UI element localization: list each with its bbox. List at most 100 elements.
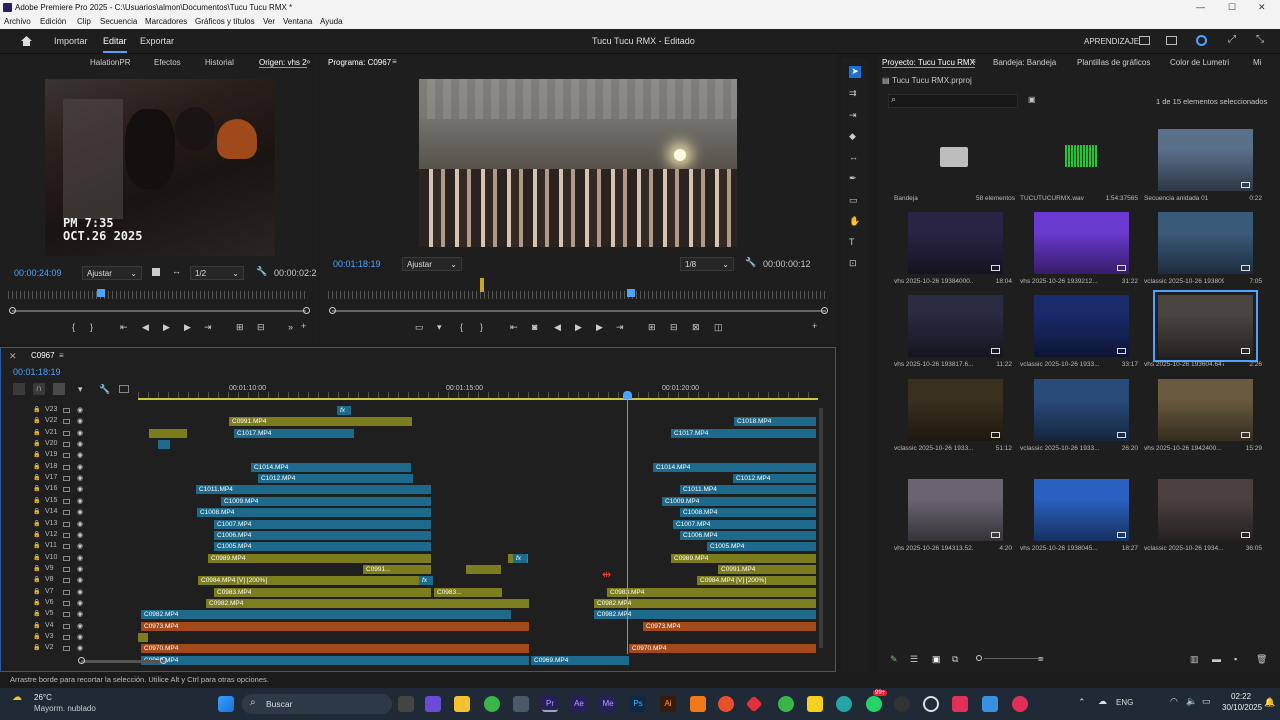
fx-badge[interactable]: fx — [337, 406, 351, 415]
track-sync-lock-icon[interactable] — [63, 476, 70, 482]
tab-lumetri[interactable]: Color de Lumetri — [1170, 58, 1229, 67]
track-label[interactable]: V3 — [45, 633, 59, 640]
track-sync-lock-icon[interactable] — [63, 487, 70, 493]
learning-workspace[interactable]: APRENDIZAJE — [1084, 37, 1139, 46]
new-bin-icon[interactable]: ▬ — [1212, 654, 1221, 664]
play-icon[interactable]: ▶ — [575, 322, 582, 333]
zoom-slider-handle[interactable] — [976, 655, 982, 661]
timeline-clip[interactable]: C0969.MP4 — [531, 655, 629, 665]
track-lock-icon[interactable]: 🔒 — [33, 588, 40, 595]
track-visibility-icon[interactable]: ◉ — [77, 440, 83, 448]
track-lock-icon[interactable]: 🔒 — [33, 520, 40, 527]
timeline-clip[interactable]: C0983.MP4 — [214, 587, 431, 597]
panel-menu-icon[interactable]: ≡ — [59, 351, 64, 360]
overwrite-clip-icon[interactable]: ⊟ — [257, 322, 265, 333]
new-bin-from-search-icon[interactable]: ▣ — [1028, 95, 1036, 104]
icon-view-icon[interactable]: ▣ — [932, 654, 941, 665]
track-lock-icon[interactable]: 🔒 — [33, 451, 40, 458]
track-lock-icon[interactable]: 🔒 — [33, 554, 40, 561]
home-icon[interactable] — [20, 35, 33, 47]
notifications-icon[interactable]: 🔔 — [1264, 697, 1275, 708]
time-ruler[interactable] — [138, 392, 818, 398]
track-sync-lock-icon[interactable] — [63, 646, 70, 652]
project-item-thumbnail[interactable] — [1034, 295, 1129, 357]
tab-project[interactable]: Proyecto: Tucu Tucu RMX — [882, 58, 975, 68]
premiere-taskbar-icon[interactable]: Pr — [542, 696, 558, 712]
track-sync-lock-icon[interactable] — [63, 544, 70, 550]
tab-effects[interactable]: Efectos — [154, 58, 181, 67]
project-item-thumbnail[interactable] — [1034, 129, 1129, 191]
timeline-clip[interactable]: C0970.MP4 — [629, 644, 816, 654]
menu-archivo[interactable]: Archivo — [4, 15, 31, 29]
timeline-clip[interactable]: C1017.MP4 — [671, 428, 816, 438]
timeline-clip-fragment[interactable] — [149, 428, 187, 438]
timeline-clip[interactable]: C0984.MP4 [V] [200%] — [697, 576, 816, 586]
track-lock-icon[interactable]: 🔒 — [33, 497, 40, 504]
tab-halation[interactable]: HalationPR — [90, 58, 130, 67]
chrome-icon[interactable] — [778, 696, 794, 712]
program-timecode[interactable]: 00:01:18:19 — [333, 259, 381, 269]
track-lock-icon[interactable]: 🔒 — [33, 485, 40, 492]
insert-icon[interactable]: ↔ — [172, 266, 181, 276]
timeline-clip[interactable]: C1009.MP4 — [221, 496, 431, 506]
fx-badge[interactable]: fx — [419, 576, 433, 586]
timeline-clip[interactable]: C0982.MP4 — [206, 598, 529, 608]
track-visibility-icon[interactable]: ◉ — [77, 520, 83, 528]
menu-ayuda[interactable]: Ayuda — [320, 15, 343, 29]
export-frame-icon[interactable]: ⊠ — [692, 322, 700, 333]
timeline-settings-icon[interactable]: 🔧 — [99, 384, 110, 395]
h-scroll-right-handle[interactable] — [160, 657, 167, 664]
timeline-clip[interactable]: C0982.MP4 — [141, 610, 511, 620]
mark-out-icon[interactable]: } — [480, 322, 483, 332]
step-forward-icon[interactable]: ▶ — [596, 322, 603, 333]
photoshop-icon[interactable]: Ps — [630, 696, 646, 712]
track-label[interactable]: V13 — [45, 520, 59, 527]
track-label[interactable]: V17 — [45, 474, 59, 481]
step-back-icon[interactable]: ◀ — [554, 322, 561, 333]
track-visibility-icon[interactable]: ◉ — [77, 644, 83, 652]
windows-start-icon[interactable] — [218, 696, 234, 712]
timeline-clip[interactable]: C1005.MP4 — [707, 542, 816, 552]
tab-graphics-templates[interactable]: Plantillas de gráficos — [1077, 58, 1150, 67]
track-visibility-icon[interactable]: ◉ — [77, 576, 83, 584]
source-ruler[interactable] — [8, 291, 308, 299]
camera-icon[interactable]: ◙ — [532, 322, 537, 332]
hand-tool-icon[interactable]: ✋ — [849, 216, 861, 228]
timeline-clip[interactable]: C0989.MP4 — [208, 553, 431, 563]
new-item-icon[interactable]: ▪ — [1234, 654, 1237, 664]
source-res-dropdown[interactable]: 1/2 ⌄ — [190, 266, 244, 280]
add-button-icon[interactable]: + — [812, 321, 817, 331]
mark-out-icon[interactable]: } — [90, 322, 93, 332]
circle-app-icon[interactable] — [923, 696, 939, 712]
linked-selection-icon[interactable] — [53, 383, 65, 395]
track-label[interactable]: V22 — [45, 417, 59, 424]
track-sync-lock-icon[interactable] — [63, 430, 70, 436]
track-visibility-icon[interactable]: ◉ — [77, 429, 83, 437]
tab-program[interactable]: Programa: C0967 — [328, 58, 391, 67]
track-label[interactable]: V18 — [45, 463, 59, 470]
track-sync-lock-icon[interactable] — [63, 521, 70, 527]
selection-tool-icon[interactable]: ➤ — [849, 66, 861, 78]
project-item-thumbnail[interactable] — [908, 129, 1003, 191]
settings-icon[interactable] — [152, 268, 160, 276]
track-lock-icon[interactable]: 🔒 — [33, 463, 40, 470]
progress-icon[interactable] — [1196, 35, 1207, 46]
track-select-tool-icon[interactable]: ⇉ — [849, 88, 861, 100]
menu-ver[interactable]: Ver — [263, 15, 275, 29]
track-lock-icon[interactable]: 🔒 — [33, 542, 40, 549]
track-visibility-icon[interactable]: ◉ — [77, 451, 83, 459]
track-label[interactable]: V10 — [45, 554, 59, 561]
timeline-clip[interactable]: C0973.MP4 — [141, 621, 529, 631]
firefox-icon[interactable] — [718, 696, 734, 712]
fx-badge[interactable]: fx — [513, 553, 527, 563]
step-back-icon[interactable]: ◀ — [142, 322, 149, 333]
slip-tool-icon[interactable]: ↔ — [849, 152, 861, 164]
media-encoder-icon[interactable]: Me — [600, 696, 616, 712]
timeline-timecode[interactable]: 00:01:18:19 — [13, 367, 61, 377]
track-visibility-icon[interactable]: ◉ — [77, 485, 83, 493]
close-button[interactable]: ✕ — [1258, 0, 1266, 15]
weather-icon[interactable]: ☁ — [12, 692, 22, 703]
zoom-handle-right[interactable] — [821, 307, 828, 314]
track-sync-lock-icon[interactable] — [63, 589, 70, 595]
cloud-icon[interactable]: ☁ — [1098, 696, 1107, 707]
